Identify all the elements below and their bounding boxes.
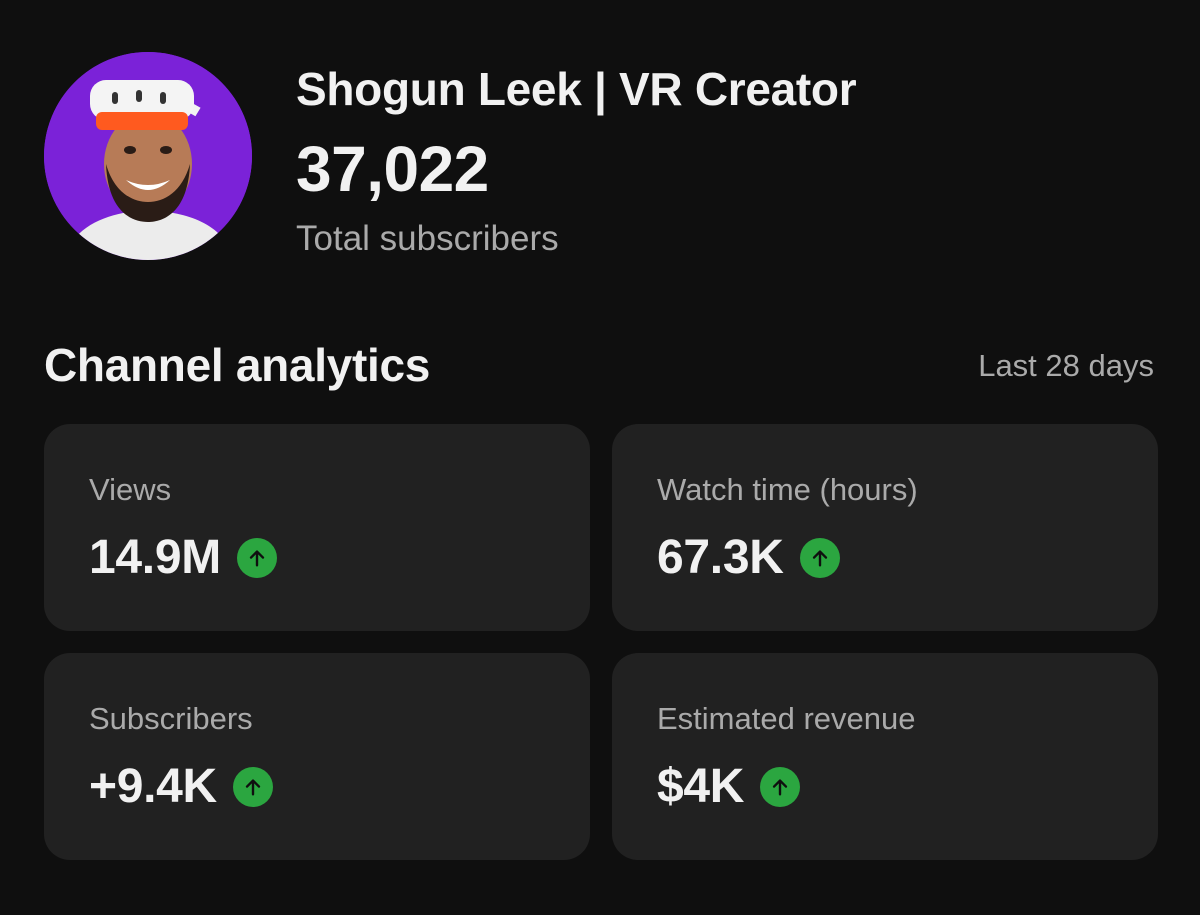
period-selector[interactable]: Last 28 days — [978, 348, 1154, 384]
total-subscribers-label: Total subscribers — [296, 219, 559, 258]
card-value-row: 67.3K — [657, 530, 840, 585]
card-label: Views — [89, 472, 172, 507]
up-arrow-icon — [799, 537, 840, 578]
card-value-row: +9.4K — [89, 759, 273, 814]
channel-analytics-title: Channel analytics — [44, 339, 431, 391]
card-label: Estimated revenue — [657, 701, 916, 736]
total-subscriber-count: 37,022 — [296, 133, 489, 205]
up-arrow-icon — [232, 766, 273, 807]
card-value-row: $4K — [657, 759, 801, 814]
card-label: Watch time (hours) — [657, 472, 918, 507]
up-arrow-icon — [236, 537, 277, 578]
card-label: Subscribers — [89, 701, 253, 736]
card-value: +9.4K — [89, 760, 217, 813]
views-card[interactable]: Views 14.9M — [44, 424, 590, 631]
card-value: 67.3K — [657, 531, 784, 584]
card-value: 14.9M — [89, 531, 221, 584]
channel-name: Shogun Leek | VR Creator — [296, 63, 857, 115]
avatar-image — [44, 52, 252, 260]
estimated-revenue-card[interactable]: Estimated revenue $4K — [612, 653, 1158, 860]
watch-time-card[interactable]: Watch time (hours) 67.3K — [612, 424, 1158, 631]
card-value: $4K — [657, 760, 745, 813]
up-arrow-icon — [760, 766, 801, 807]
subscribers-card[interactable]: Subscribers +9.4K — [44, 653, 590, 860]
card-value-row: 14.9M — [89, 530, 277, 585]
channel-avatar[interactable] — [44, 52, 252, 260]
